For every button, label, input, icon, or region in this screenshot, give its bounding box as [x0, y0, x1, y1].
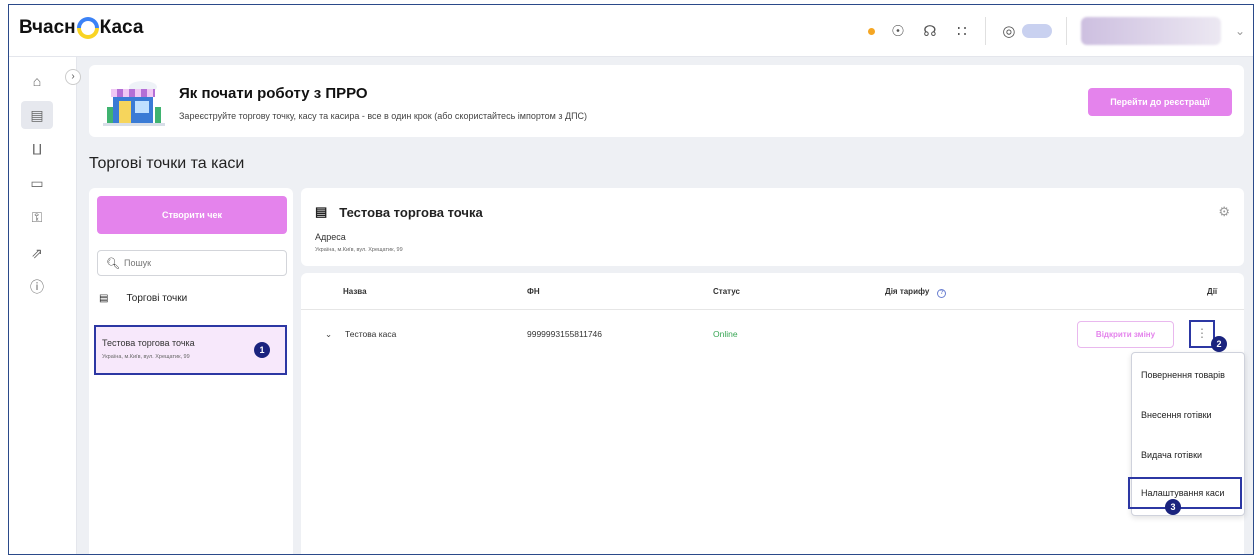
point-list-item[interactable]: Тестова торгова точка Україна, м.Київ, в…	[94, 325, 287, 375]
register-name: Тестова каса	[345, 329, 397, 339]
headset-icon[interactable]: ☊	[921, 22, 939, 40]
cart-icon[interactable]: ⨿	[27, 139, 47, 159]
divider	[1065, 17, 1067, 45]
search-icon: 🔍︎	[106, 257, 120, 270]
apps-grid-icon[interactable]: ∷	[953, 22, 971, 40]
page-title: Торгові точки та каси	[89, 155, 245, 172]
store-name: Тестова торгова точка	[339, 204, 483, 220]
user-account-blurred[interactable]	[1080, 17, 1221, 45]
gear-icon[interactable]: ⚙	[1218, 204, 1230, 220]
app-window: Вчасн Каса ☉ ☊ ∷ ◎ ⌄ ⌂ ▤ ⨿ ▭ ⚿ ⇗ ⓘ › Як …	[8, 4, 1254, 555]
point-name: Тестова торгова точка	[102, 338, 195, 348]
top-bar: Вчасн Каса ☉ ☊ ∷ ◎ ⌄	[9, 5, 1253, 57]
status-badge: Online	[713, 329, 738, 339]
shop-illustration-icon	[103, 81, 165, 126]
lightbulb-icon[interactable]: ☉	[889, 22, 907, 40]
onboarding-banner: Як почати роботу з ПРРО Зареєструйте тор…	[89, 65, 1244, 137]
chart-icon[interactable]: ⇗	[27, 243, 47, 263]
notification-dot-icon[interactable]	[867, 27, 875, 35]
menu-item-cash-out[interactable]: Видача готівки	[1132, 435, 1246, 475]
menu-item-register-settings[interactable]: Налаштування каси	[1128, 477, 1242, 509]
logo-text-right: Каса	[99, 17, 144, 38]
registers-table: Назва ФН Статус Дія тарифу? Дії ⌄ Тестов…	[301, 273, 1244, 554]
expand-chevron-icon[interactable]: ⌄	[325, 329, 332, 340]
address-value: Україна, м.Київ, вул. Хрещатик, 99	[315, 247, 403, 253]
step-badge-2: 2	[1211, 336, 1227, 352]
balance-pill	[1021, 24, 1052, 38]
open-shift-button[interactable]: Відкрити зміну	[1077, 321, 1174, 348]
store-icon: ▤	[99, 293, 109, 304]
actions-dropdown-menu: Повернення товарів Внесення готівки Вида…	[1128, 352, 1246, 516]
info-icon[interactable]: ⓘ	[27, 277, 47, 297]
divider	[984, 17, 986, 45]
top-icons: ☉ ☊ ∷ ◎ ⌄	[867, 5, 1245, 57]
store-icon[interactable]: ▤	[21, 101, 53, 129]
column-header-name: Назва	[343, 287, 367, 296]
store-title: ▤ Тестова торгова точка	[315, 204, 483, 220]
sidebar: ⌂ ▤ ⨿ ▭ ⚿ ⇗ ⓘ ›	[9, 57, 81, 554]
column-header-fn: ФН	[527, 287, 540, 296]
address-label: Адреса	[315, 232, 346, 242]
logo-o-icon	[76, 17, 99, 39]
help-icon[interactable]: ?	[937, 289, 947, 298]
column-header-tariff: Дія тарифу?	[885, 287, 947, 298]
tariff-label: Дія тарифу	[885, 287, 930, 296]
logo-text-left: Вчасн	[19, 17, 76, 38]
chevron-down-icon[interactable]: ⌄	[1235, 24, 1245, 38]
points-panel: Створити чек 🔍︎ ▤ Торгові точки Тестова …	[89, 188, 293, 554]
go-to-registration-button[interactable]: Перейти до реєстрації	[1088, 88, 1232, 116]
points-header-label: Торгові точки	[126, 293, 188, 304]
register-fn: 9999993155811746	[527, 329, 603, 339]
column-header-status: Статус	[713, 287, 740, 296]
key-icon[interactable]: ⚿	[27, 207, 47, 227]
store-card: ▤ Тестова торгова точка Адреса Україна, …	[301, 188, 1244, 266]
receipt-icon[interactable]: ▭	[27, 173, 47, 193]
store-icon: ▤	[315, 204, 328, 219]
create-check-button[interactable]: Створити чек	[97, 196, 287, 234]
column-header-actions: Дії	[1207, 287, 1218, 296]
menu-item-returns[interactable]: Повернення товарів	[1132, 355, 1246, 395]
balance-toggle[interactable]: ◎	[1000, 22, 1052, 40]
step-badge-3: 3	[1165, 499, 1181, 515]
points-header: ▤ Торгові точки	[99, 293, 187, 304]
search-box[interactable]: 🔍︎	[97, 250, 287, 276]
divider	[301, 309, 1244, 310]
banner-title: Як почати роботу з ПРРО	[179, 85, 368, 102]
menu-item-cash-in[interactable]: Внесення готівки	[1132, 395, 1246, 435]
search-input[interactable]	[123, 258, 274, 268]
banner-subtitle: Зареєструйте торгову точку, касу та каси…	[179, 111, 588, 121]
app-logo[interactable]: Вчасн Каса	[19, 17, 143, 39]
coin-icon: ◎	[1002, 23, 1016, 40]
point-address: Україна, м.Київ, вул. Хрещатик, 99	[102, 354, 190, 360]
home-icon[interactable]: ⌂	[27, 71, 47, 91]
step-badge-1: 1	[254, 342, 270, 358]
sidebar-collapse-icon[interactable]: ›	[65, 69, 81, 85]
